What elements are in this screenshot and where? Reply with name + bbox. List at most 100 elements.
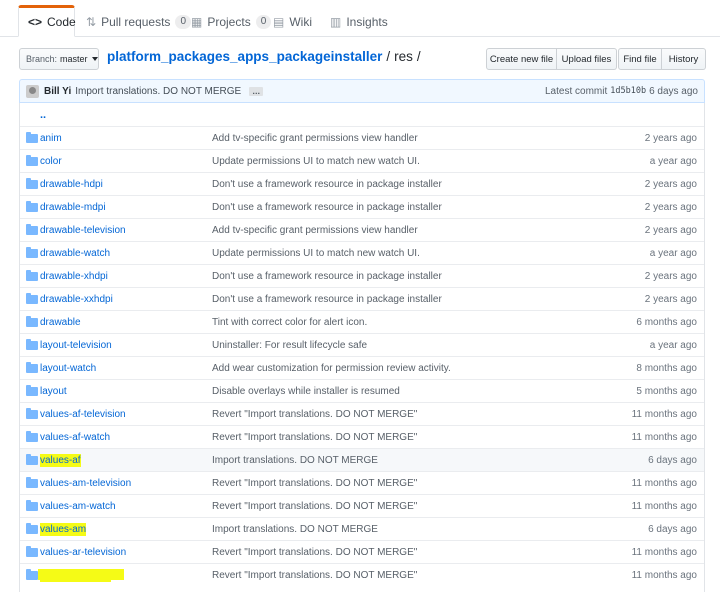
commit-message-link[interactable]: Revert "Import translations. DO NOT MERG… bbox=[212, 478, 417, 489]
file-name-link[interactable]: anim bbox=[40, 133, 62, 144]
breadcrumb-separator: / bbox=[386, 49, 391, 64]
file-name-link[interactable]: values-af bbox=[40, 453, 81, 467]
commit-age: 6 months ago bbox=[636, 316, 697, 328]
file-name-link[interactable]: values-am-watch bbox=[40, 501, 116, 512]
commit-message-link[interactable]: Revert "Import translations. DO NOT MERG… bbox=[212, 570, 417, 581]
tab-projects[interactable]: ▦ Projects 0 bbox=[191, 6, 272, 37]
commit-message-link[interactable]: Revert "Import translations. DO NOT MERG… bbox=[212, 432, 417, 443]
commit-message[interactable]: Import translations. DO NOT MERGE bbox=[75, 86, 241, 97]
tab-code[interactable]: <> Code bbox=[18, 5, 76, 37]
commit-sha[interactable]: 1d5b10b bbox=[610, 86, 646, 96]
file-name-link[interactable]: drawable-xxhdpi bbox=[40, 294, 113, 305]
create-new-file-button[interactable]: Create new file bbox=[486, 48, 557, 70]
file-name-link[interactable]: layout bbox=[40, 386, 67, 397]
commit-message-link[interactable]: Don't use a framework resource in packag… bbox=[212, 294, 442, 305]
code-icon: <> bbox=[28, 15, 43, 29]
file-name-link[interactable]: drawable-television bbox=[40, 225, 126, 236]
file-name-link[interactable]: values-ar-television bbox=[40, 547, 126, 558]
commit-age: 5 months ago bbox=[636, 385, 697, 397]
pull-request-icon: ⇅ bbox=[86, 14, 97, 29]
file-name-link[interactable]: values-am bbox=[40, 522, 87, 536]
tab-wiki[interactable]: ▤ Wiki bbox=[273, 6, 312, 37]
commit-age: 2 years ago bbox=[644, 293, 697, 305]
commit-age: 11 months ago bbox=[631, 408, 697, 420]
table-row[interactable]: layout-watch Add wear customization for p… bbox=[20, 356, 704, 379]
find-history-group: Find file History bbox=[618, 48, 706, 70]
table-row[interactable]: drawable-television Add tv-specific grant… bbox=[20, 218, 704, 241]
table-row[interactable]: color Update permissions UI to match new … bbox=[20, 149, 704, 172]
table-row[interactable]: values-am-television Revert "Import trans… bbox=[20, 471, 704, 494]
table-row[interactable]: drawable-xxhdpi Don't use a framework res… bbox=[20, 287, 704, 310]
tab-pull-requests-label: Pull requests bbox=[101, 14, 171, 29]
file-name-link[interactable]: drawable-hdpi bbox=[40, 179, 103, 190]
commit-message-link[interactable]: Don't use a framework resource in packag… bbox=[212, 271, 442, 282]
repo-nav-tabs: <> Code ⇅ Pull requests 0 ▦ Projects 0 ▤… bbox=[0, 0, 720, 37]
commit-message-link[interactable]: Revert "Import translations. DO NOT MERG… bbox=[212, 501, 417, 512]
avatar[interactable] bbox=[26, 84, 39, 98]
table-row[interactable]: drawable-watch Update permissions UI to m… bbox=[20, 241, 704, 264]
table-row[interactable]: values-af-watch Revert "Import translatio… bbox=[20, 425, 704, 448]
commit-age: 6 days ago bbox=[648, 523, 697, 535]
latest-commit-bar: Bill Yi Import translations. DO NOT MERG… bbox=[19, 79, 705, 103]
table-row[interactable]: values-af-television Revert "Import trans… bbox=[20, 402, 704, 425]
commit-message-link[interactable]: Revert "Import translations. DO NOT MERG… bbox=[212, 409, 417, 420]
table-row[interactable]: layout Disable overlays while installer i… bbox=[20, 379, 704, 402]
file-name-link[interactable]: drawable-mdpi bbox=[40, 202, 106, 213]
commit-author[interactable]: Bill Yi bbox=[44, 86, 71, 97]
file-name-link[interactable]: layout-watch bbox=[40, 363, 96, 374]
folder-icon bbox=[26, 454, 38, 465]
table-row[interactable]: values-am-watch Revert "Import translatio… bbox=[20, 494, 704, 517]
parent-dir-link[interactable]: .. bbox=[40, 109, 46, 121]
file-name-link[interactable]: color bbox=[40, 156, 62, 167]
table-row[interactable]: values-ar-television Revert "Import trans… bbox=[20, 540, 704, 563]
history-button[interactable]: History bbox=[662, 48, 706, 70]
file-name-link[interactable]: layout-television bbox=[40, 340, 112, 351]
find-file-button[interactable]: Find file bbox=[618, 48, 662, 70]
table-row[interactable]: drawable-mdpi Don't use a framework resou… bbox=[20, 195, 704, 218]
tab-insights-label: Insights bbox=[346, 14, 388, 29]
commit-age: 11 months ago bbox=[631, 431, 697, 443]
table-row[interactable]: drawable-hdpi Don't use a framework resou… bbox=[20, 172, 704, 195]
commit-message-link[interactable]: Disable overlays while installer is resu… bbox=[212, 386, 400, 397]
commit-message-link[interactable]: Import translations. DO NOT MERGE bbox=[212, 524, 378, 535]
commit-message-link[interactable]: Import translations. DO NOT MERGE bbox=[212, 455, 378, 466]
commit-message-link[interactable]: Update permissions UI to match new watch… bbox=[212, 248, 420, 259]
commit-message-link[interactable]: Don't use a framework resource in packag… bbox=[212, 202, 442, 213]
table-row[interactable]: layout-television Uninstaller: For result… bbox=[20, 333, 704, 356]
table-row[interactable]: drawable-xhdpi Don't use a framework reso… bbox=[20, 264, 704, 287]
commit-message-link[interactable]: Update permissions UI to match new watch… bbox=[212, 156, 420, 167]
commit-message-link[interactable]: Don't use a framework resource in packag… bbox=[212, 179, 442, 190]
commit-message-link[interactable]: Revert "Import translations. DO NOT MERG… bbox=[212, 547, 417, 558]
commit-message-link[interactable]: Add wear customization for permission re… bbox=[212, 363, 451, 374]
file-name-link[interactable]: values-af-television bbox=[40, 409, 126, 420]
file-name-link[interactable]: values-am-television bbox=[40, 478, 131, 489]
breadcrumb-separator: / bbox=[416, 49, 421, 64]
file-name-link[interactable]: drawable-xhdpi bbox=[40, 271, 108, 282]
commit-message-link[interactable]: Tint with correct color for alert icon. bbox=[212, 317, 367, 328]
commit-message-link[interactable]: Add tv-specific grant permissions view h… bbox=[212, 225, 418, 236]
breadcrumb-repo-link[interactable]: platform_packages_apps_packageinstaller bbox=[107, 49, 382, 64]
tab-pull-requests[interactable]: ⇅ Pull requests 0 bbox=[86, 6, 191, 37]
table-row[interactable]: drawable Tint with correct color for aler… bbox=[20, 310, 704, 333]
table-row[interactable]: values-am Import translations. DO NOT MER… bbox=[20, 517, 704, 540]
breadcrumb: platform_packages_apps_packageinstaller … bbox=[107, 49, 425, 64]
folder-icon bbox=[26, 477, 38, 488]
folder-icon bbox=[26, 201, 38, 212]
upload-files-button[interactable]: Upload files bbox=[557, 48, 617, 70]
file-name-link[interactable]: drawable bbox=[40, 317, 81, 328]
file-name-link[interactable]: drawable-watch bbox=[40, 248, 110, 259]
table-row[interactable]: values-af Import translations. DO NOT MER… bbox=[20, 448, 704, 471]
graph-icon: ▥ bbox=[330, 14, 342, 29]
commit-age: a year ago bbox=[649, 247, 697, 259]
book-icon: ▤ bbox=[273, 14, 285, 29]
expand-commit-button[interactable]: … bbox=[249, 86, 264, 96]
tab-insights[interactable]: ▥ Insights bbox=[330, 6, 388, 37]
file-name-link[interactable]: values-af-watch bbox=[40, 432, 110, 443]
commit-message-link[interactable]: Uninstaller: For result lifecycle safe bbox=[212, 340, 367, 351]
branch-select-button[interactable]: Branch: master bbox=[19, 48, 99, 70]
commit-message-link[interactable]: Add tv-specific grant permissions view h… bbox=[212, 133, 418, 144]
folder-icon bbox=[26, 408, 38, 419]
parent-dir-row[interactable]: .. bbox=[20, 103, 704, 126]
tab-projects-label: Projects bbox=[207, 14, 251, 29]
table-row[interactable]: anim Add tv-specific grant permissions vi… bbox=[20, 126, 704, 149]
